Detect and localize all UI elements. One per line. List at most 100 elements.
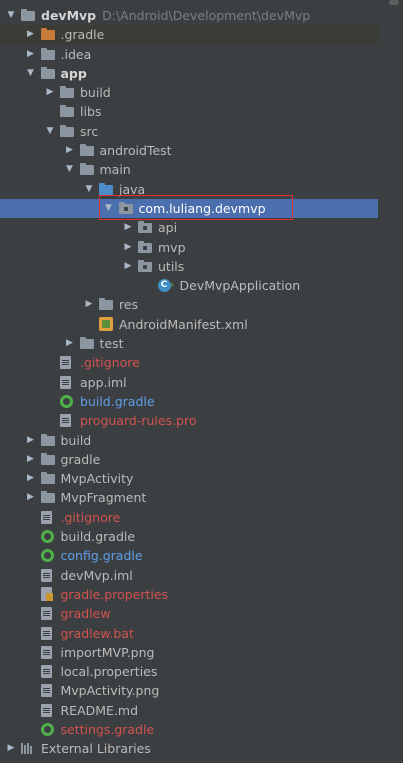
module-folder-icon — [40, 66, 55, 80]
folder-icon — [60, 124, 74, 138]
tree-item-gradle-dir[interactable]: ▶ .gradle — [0, 25, 378, 45]
tree-item-mvpactivity-png[interactable]: MvpActivity.png — [0, 681, 378, 700]
file-icon — [40, 684, 52, 698]
tree-item-label: api — [158, 220, 178, 236]
tree-item-label: devMvp D:\Android\Development\devMvp — [41, 8, 311, 23]
expand-arrow-icon[interactable]: ▼ — [5, 6, 17, 25]
tree-item-gradlew[interactable]: gradlew — [0, 604, 378, 623]
collapse-arrow-icon[interactable]: ▶ — [25, 45, 37, 64]
tree-item-label: utils — [158, 258, 185, 274]
collapse-arrow-icon[interactable]: ▶ — [5, 739, 17, 758]
tree-item-label: config.gradle — [60, 548, 143, 564]
collapse-arrow-icon[interactable]: ▶ — [83, 295, 95, 314]
folder-icon — [40, 28, 55, 41]
tree-item-label: proguard-rules.pro — [80, 413, 197, 429]
folder-icon — [40, 452, 55, 466]
collapse-arrow-icon[interactable]: ▶ — [122, 218, 134, 237]
tree-item-proguard[interactable]: proguard-rules.pro — [0, 411, 378, 430]
tree-item-mvpfragment[interactable]: ▶ MvpFragment — [0, 488, 378, 507]
module-folder-icon — [21, 9, 35, 22]
tree-item-java[interactable]: ▼ java — [0, 180, 378, 199]
folder-icon — [79, 163, 94, 176]
tree-item-package-devmvp[interactable]: ▼ com.luliang.devmvp — [0, 198, 378, 219]
scrollbar-thumb[interactable] — [389, 0, 399, 5]
file-icon — [40, 645, 52, 659]
tree-item-app-gitignore[interactable]: .gitignore — [0, 353, 378, 372]
tree-item-label: gradlew — [60, 606, 111, 622]
folder-icon — [79, 144, 94, 157]
collapse-arrow-icon[interactable]: ▶ — [25, 450, 37, 469]
collapse-arrow-icon[interactable]: ▶ — [25, 488, 37, 507]
tree-item-label: com.luliang.devmvp — [138, 200, 266, 216]
tree-item-src[interactable]: ▼ src — [0, 122, 378, 141]
tree-item-res[interactable]: ▶ res — [0, 295, 378, 314]
tree-item-root-gitignore[interactable]: .gitignore — [0, 508, 378, 527]
package-icon — [118, 201, 133, 215]
tree-item-gradle-folder[interactable]: ▶ gradle — [0, 450, 378, 469]
tree-item-local-properties[interactable]: local.properties — [0, 662, 378, 681]
expand-arrow-icon[interactable]: ▼ — [83, 180, 95, 199]
tree-item-gradle-properties[interactable]: gradle.properties — [0, 585, 378, 604]
tree-item-external-libraries[interactable]: ▶ External Libraries — [0, 739, 378, 758]
expand-arrow-icon[interactable]: ▼ — [25, 64, 37, 83]
tree-item-main[interactable]: ▼ main — [0, 160, 378, 179]
tree-item-mvpactivity[interactable]: ▶ MvpActivity — [0, 469, 378, 488]
file-icon — [40, 626, 52, 640]
tree-item-test[interactable]: ▶ test — [0, 334, 378, 353]
tree-item-label: src — [80, 123, 99, 139]
properties-file-icon — [40, 586, 53, 601]
tree-item-label: MvpActivity.png — [60, 683, 160, 699]
tree-item-label: app — [60, 65, 87, 81]
tree-item-package-api[interactable]: ▶ api — [0, 218, 378, 237]
project-tree[interactable]: ▼ devMvp D:\Android\Development\devMvp ▶ .gr… — [0, 6, 378, 759]
tree-item-label: mvp — [158, 239, 186, 255]
file-icon — [40, 510, 52, 524]
collapse-arrow-icon[interactable]: ▶ — [25, 469, 37, 488]
tree-item-settings-gradle[interactable]: settings.gradle — [0, 720, 378, 739]
collapse-arrow-icon[interactable]: ▶ — [122, 257, 134, 276]
scrollbar[interactable] — [381, 0, 403, 763]
tree-item-app-module[interactable]: ▼ app — [0, 64, 378, 83]
gradle-icon — [40, 530, 54, 544]
package-icon — [138, 240, 152, 254]
tree-item-devmvpapplication[interactable]: Cᴮ DevMvpApplication — [0, 276, 378, 295]
expand-arrow-icon[interactable]: ▼ — [64, 160, 76, 179]
tree-item-androidmanifest[interactable]: AndroidManifest.xml — [0, 315, 378, 334]
expand-arrow-icon[interactable]: ▼ — [44, 122, 56, 141]
tree-item-package-utils[interactable]: ▶ utils — [0, 257, 378, 276]
tree-item-idea-dir[interactable]: ▶ .idea — [0, 45, 378, 64]
collapse-arrow-icon[interactable]: ▶ — [64, 334, 76, 353]
gradle-icon — [60, 394, 73, 408]
tree-item-package-mvp[interactable]: ▶ mvp — [0, 238, 378, 257]
folder-icon — [60, 105, 74, 118]
tree-item-libs[interactable]: libs — [0, 102, 378, 121]
tree-item-label: devMvp.iml — [60, 567, 133, 583]
tree-item-label: build.gradle — [80, 393, 155, 409]
collapse-arrow-icon[interactable]: ▶ — [122, 238, 134, 257]
tree-item-label: .idea — [60, 46, 92, 62]
tree-item-devmvp-iml[interactable]: devMvp.iml — [0, 566, 378, 585]
tree-item-readme[interactable]: README.md — [0, 701, 378, 720]
folder-icon — [60, 86, 74, 99]
tree-item-root-build-gradle[interactable]: build.gradle — [0, 527, 378, 546]
tree-item-app-iml[interactable]: app.iml — [0, 373, 378, 392]
tree-item-app-build[interactable]: ▶ build — [0, 83, 378, 102]
project-root[interactable]: ▼ devMvp D:\Android\Development\devMvp — [0, 6, 378, 25]
tree-item-label: libs — [80, 104, 102, 120]
tree-item-gradlew-bat[interactable]: gradlew.bat — [0, 624, 378, 643]
gradle-icon — [40, 549, 54, 563]
collapse-arrow-icon[interactable]: ▶ — [25, 25, 37, 44]
collapse-arrow-icon[interactable]: ▶ — [25, 431, 37, 450]
collapse-arrow-icon[interactable]: ▶ — [64, 141, 76, 160]
tree-item-config-gradle[interactable]: config.gradle — [0, 546, 378, 565]
expand-arrow-icon[interactable]: ▼ — [103, 199, 115, 218]
tree-item-root-build[interactable]: ▶ build — [0, 431, 378, 450]
collapse-arrow-icon[interactable]: ▶ — [44, 83, 56, 102]
gradle-icon — [40, 722, 54, 736]
tree-item-app-build-gradle[interactable]: build.gradle — [0, 392, 378, 411]
folder-icon — [40, 472, 55, 485]
tree-item-importmvp-png[interactable]: importMVP.png — [0, 643, 378, 662]
tree-item-label: README.md — [60, 702, 139, 718]
tree-item-androidtest[interactable]: ▶ androidTest — [0, 141, 378, 160]
file-icon — [40, 607, 52, 621]
